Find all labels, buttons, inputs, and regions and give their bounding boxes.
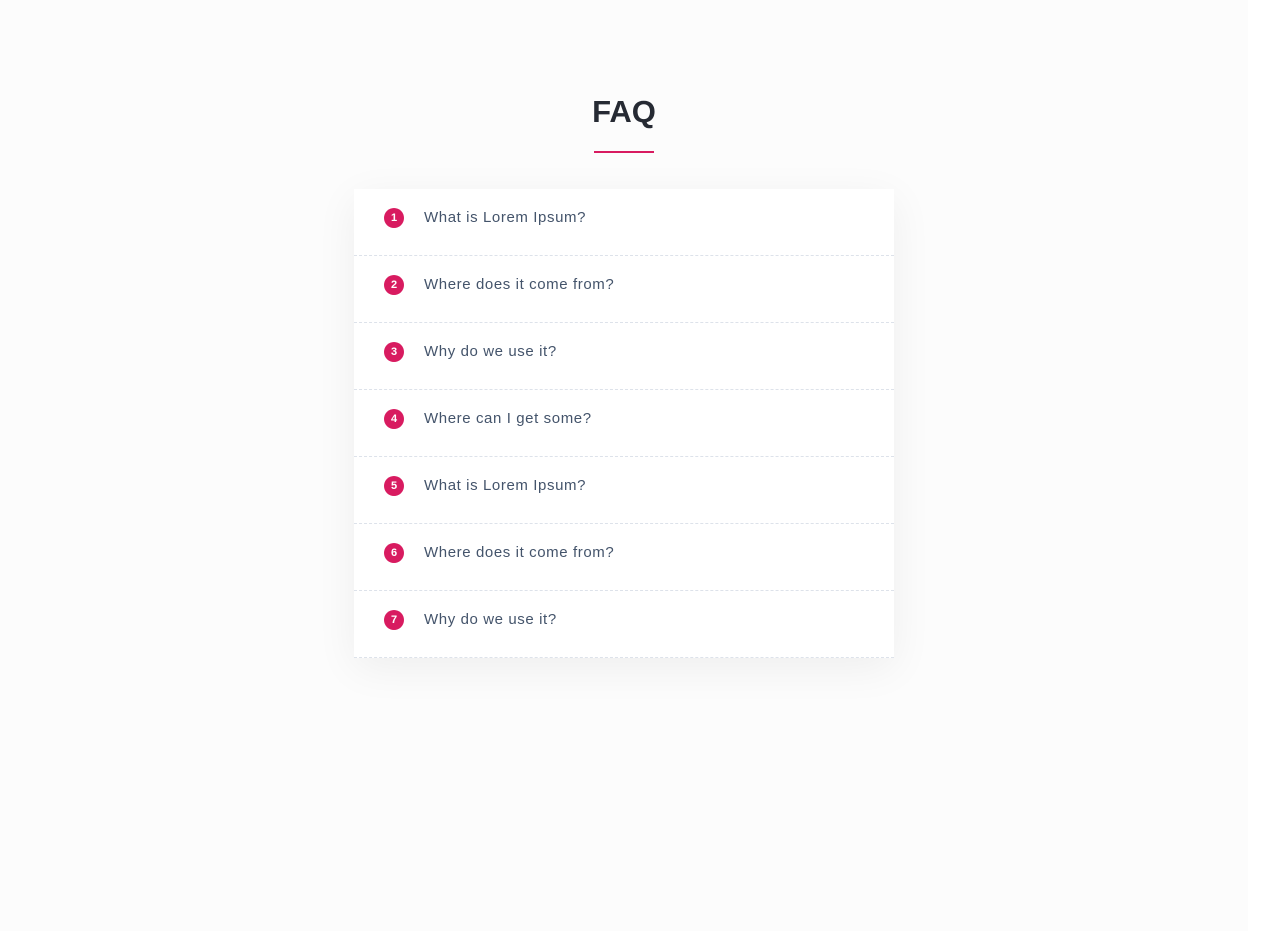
faq-item[interactable]: 6 Where does it come from?	[354, 524, 894, 591]
scrollbar-track[interactable]	[1248, 0, 1280, 931]
faq-question[interactable]: Why do we use it?	[424, 343, 557, 361]
faq-question[interactable]: Why do we use it?	[424, 611, 557, 629]
page-content: FAQ 1 What is Lorem Ipsum? 2 Where does …	[0, 0, 1248, 931]
faq-item[interactable]: 1 What is Lorem Ipsum?	[354, 189, 894, 256]
title-underline	[594, 151, 654, 153]
faq-item[interactable]: 3 Why do we use it?	[354, 323, 894, 390]
faq-question[interactable]: Where does it come from?	[424, 276, 614, 294]
faq-number-badge: 4	[384, 409, 404, 429]
faq-question[interactable]: What is Lorem Ipsum?	[424, 209, 586, 227]
faq-item[interactable]: 5 What is Lorem Ipsum?	[354, 457, 894, 524]
faq-item[interactable]: 2 Where does it come from?	[354, 256, 894, 323]
faq-number-badge: 6	[384, 543, 404, 563]
faq-number-badge: 5	[384, 476, 404, 496]
faq-item[interactable]: 4 Where can I get some?	[354, 390, 894, 457]
faq-number-badge: 7	[384, 610, 404, 630]
faq-question[interactable]: Where does it come from?	[424, 544, 614, 562]
faq-accordion: 1 What is Lorem Ipsum? 2 Where does it c…	[354, 189, 894, 658]
faq-number-badge: 1	[384, 208, 404, 228]
faq-question[interactable]: What is Lorem Ipsum?	[424, 477, 586, 495]
faq-item[interactable]: 7 Why do we use it?	[354, 591, 894, 658]
faq-number-badge: 2	[384, 275, 404, 295]
faq-question[interactable]: Where can I get some?	[424, 410, 592, 428]
page-title: FAQ	[592, 94, 656, 129]
faq-number-badge: 3	[384, 342, 404, 362]
